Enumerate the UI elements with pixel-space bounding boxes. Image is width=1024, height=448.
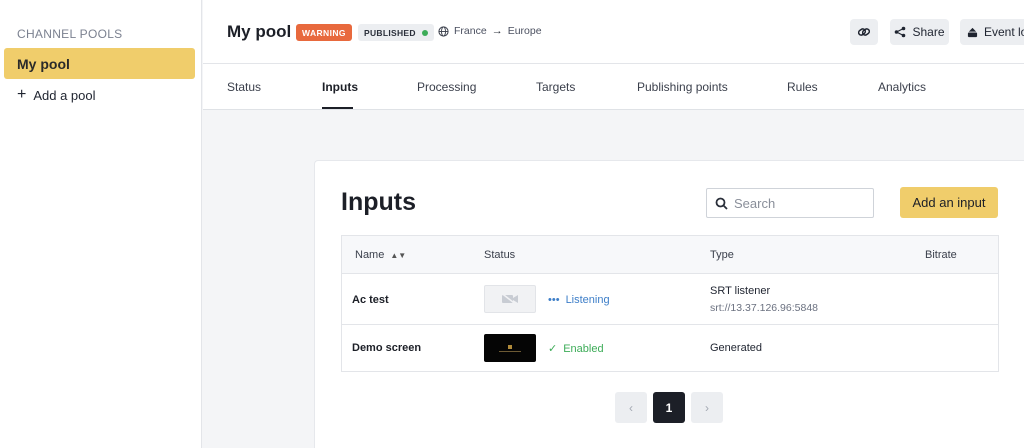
tab-publishing-points[interactable]: Publishing points <box>637 80 728 94</box>
sort-icon[interactable]: ▲▼ <box>390 251 406 260</box>
inputs-title: Inputs <box>341 188 416 216</box>
sidebar: CHANNEL POOLS My pool + Add a pool <box>0 0 202 448</box>
listening-dots-icon: ••• <box>548 294 560 306</box>
tab-status[interactable]: Status <box>227 80 261 94</box>
warning-badge: WARNING <box>296 24 352 41</box>
event-log-icon <box>967 27 978 37</box>
input-type-detail: srt://13.37.126.96:5848 <box>710 302 818 314</box>
check-icon: ✓ <box>548 343 558 355</box>
active-tab-indicator <box>322 107 353 109</box>
published-label: PUBLISHED <box>364 27 416 38</box>
sidebar-item-my-pool[interactable]: My pool <box>4 48 195 79</box>
input-preview-thumbnail <box>484 334 536 362</box>
video-off-icon <box>501 293 518 305</box>
table-row[interactable]: Ac test ••• Listening SRT listener srt:/… <box>342 274 998 325</box>
inputs-table: Name ▲▼ Status Type Bitrate Ac test ••• L… <box>341 235 999 372</box>
arrow-right-icon: → <box>491 25 503 37</box>
pool-header: My pool WARNING PUBLISHED France → Europ… <box>203 0 1024 64</box>
search-field[interactable] <box>706 188 874 218</box>
chevron-left-icon: ‹ <box>629 400 633 415</box>
column-header-type: Type <box>710 249 734 261</box>
table-row[interactable]: Demo screen ✓ Enabled Generated <box>342 325 998 371</box>
plus-icon: + <box>17 86 27 103</box>
published-badge: PUBLISHED <box>358 24 434 41</box>
input-status: ✓ Enabled <box>548 342 604 356</box>
share-button[interactable]: Share <box>890 19 949 45</box>
share-label: Share <box>912 25 945 39</box>
search-input[interactable] <box>734 195 864 211</box>
column-header-bitrate: Bitrate <box>925 249 957 261</box>
input-status-label: Listening <box>565 294 610 306</box>
column-header-status: Status <box>484 249 516 261</box>
published-status-dot <box>421 29 428 36</box>
previous-page-button[interactable]: ‹ <box>615 392 647 423</box>
input-type: SRT listener <box>710 285 771 297</box>
search-icon <box>715 197 728 210</box>
preview-logo <box>508 344 512 349</box>
input-name[interactable]: Demo screen <box>352 342 421 354</box>
pool-tabs: Status Inputs Processing Targets Publish… <box>203 64 1024 110</box>
input-status: ••• Listening <box>548 294 610 306</box>
region-route: France → Europe <box>438 25 542 37</box>
share-icon <box>895 26 906 38</box>
preview-logo-text <box>499 350 521 352</box>
input-type: Generated <box>710 342 762 354</box>
tab-targets[interactable]: Targets <box>536 80 575 94</box>
page-title: My pool <box>227 22 292 41</box>
page-button-current[interactable]: 1 <box>653 392 685 423</box>
tab-processing[interactable]: Processing <box>417 80 476 94</box>
globe-icon <box>438 25 449 37</box>
event-log-button[interactable]: Event log <box>960 19 1024 45</box>
region-from: France <box>454 25 487 37</box>
column-header-name[interactable]: Name ▲▼ <box>355 249 406 261</box>
table-header: Name ▲▼ Status Type Bitrate <box>342 236 998 274</box>
pagination: ‹ 1 › <box>615 392 729 423</box>
column-name-label: Name <box>355 249 385 261</box>
tab-analytics[interactable]: Analytics <box>878 80 926 94</box>
input-status-label: Enabled <box>563 342 604 355</box>
next-page-button[interactable]: › <box>691 392 723 423</box>
copy-link-button[interactable] <box>850 19 878 45</box>
tab-rules[interactable]: Rules <box>787 80 818 94</box>
event-log-label: Event log <box>984 25 1024 39</box>
tab-inputs[interactable]: Inputs <box>322 80 358 94</box>
add-input-button[interactable]: Add an input <box>900 187 998 218</box>
input-name[interactable]: Ac test <box>352 294 389 306</box>
link-icon <box>857 28 871 36</box>
chevron-right-icon: › <box>705 400 709 415</box>
add-pool-label: Add a pool <box>33 87 96 103</box>
add-pool-button[interactable]: + Add a pool <box>17 86 96 104</box>
region-to: Europe <box>507 25 542 37</box>
sidebar-heading: CHANNEL POOLS <box>17 27 123 41</box>
inputs-card: Inputs Add an input Name ▲▼ Status Type B… <box>314 160 1024 448</box>
input-preview-thumbnail <box>484 285 536 313</box>
